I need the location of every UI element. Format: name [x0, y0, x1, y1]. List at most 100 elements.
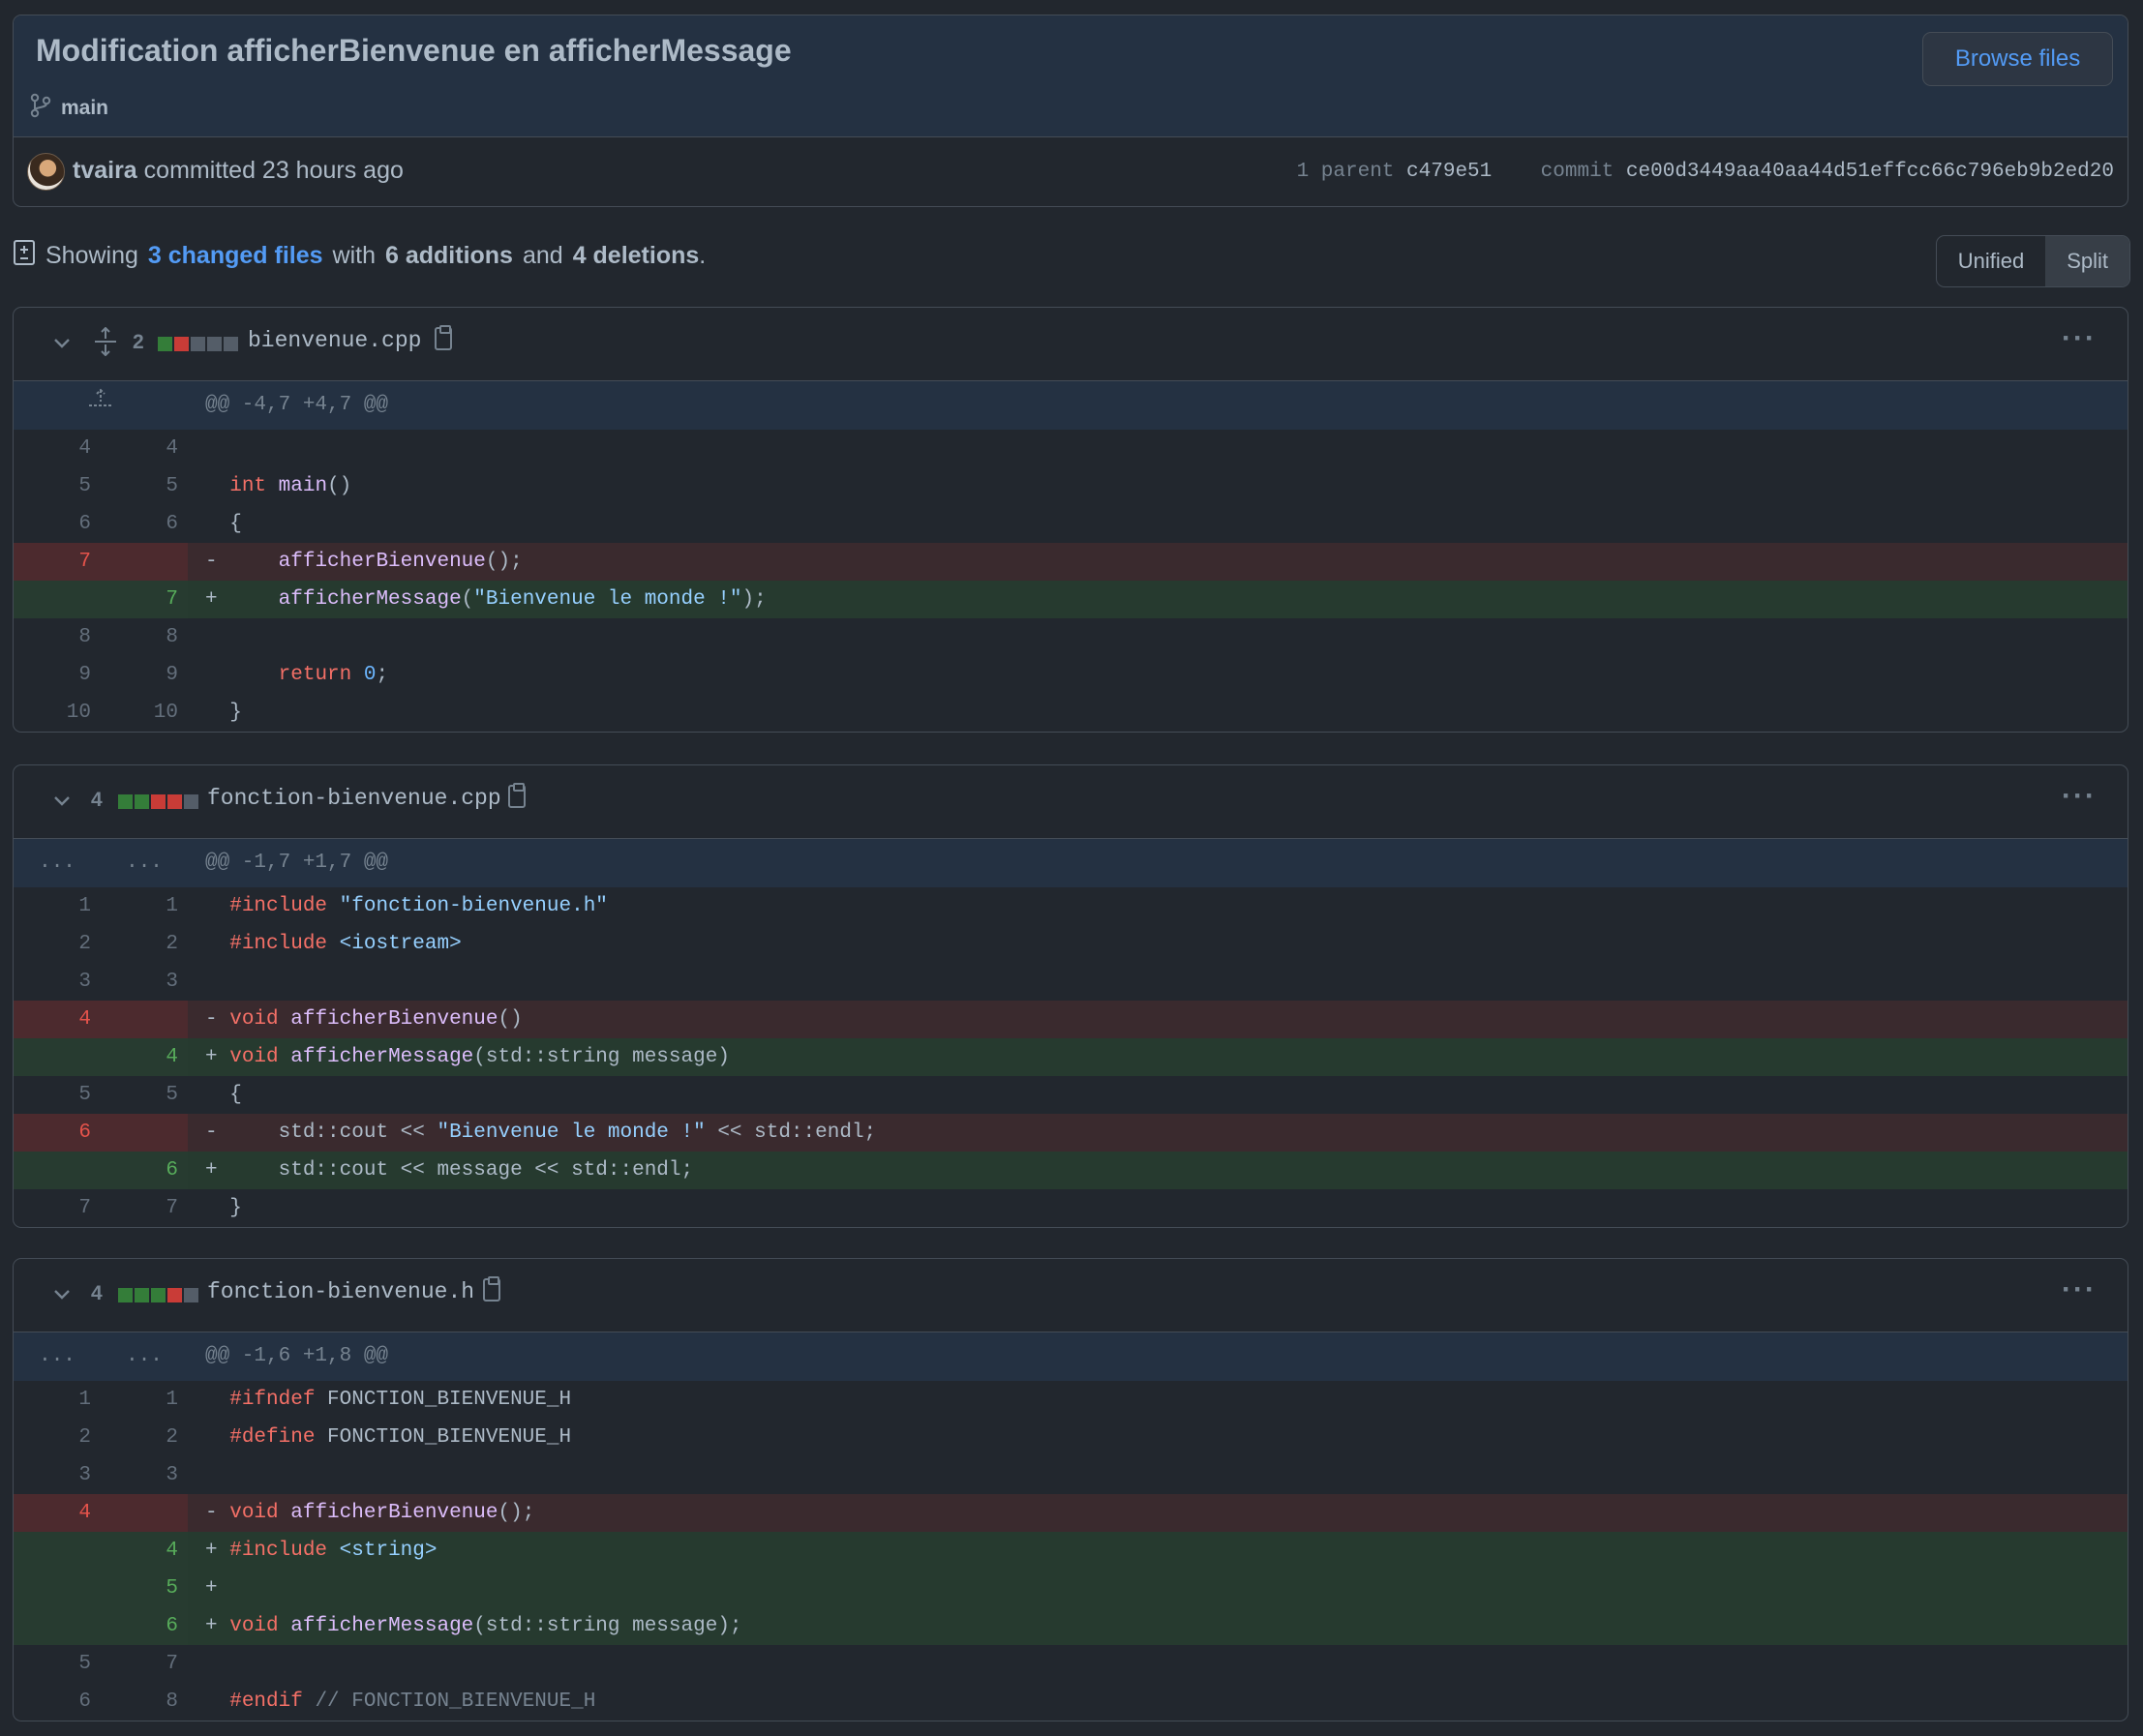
new-line-number[interactable]: [101, 1001, 188, 1038]
new-line-number[interactable]: 6: [101, 1607, 188, 1645]
chevron-down-icon[interactable]: [50, 1282, 74, 1305]
new-line-number[interactable]: 3: [101, 963, 188, 1001]
avatar[interactable]: [27, 153, 65, 191]
expand-dots[interactable]: ...: [39, 1332, 75, 1381]
expand-dots[interactable]: ...: [126, 839, 163, 887]
diff-sign: +: [205, 1046, 218, 1068]
context-line: 11 #include "fonction-bienvenue.h": [14, 887, 2128, 925]
old-line-number[interactable]: 5: [14, 1645, 101, 1683]
more-options-icon[interactable]: ···: [2062, 780, 2097, 813]
old-line-number[interactable]: [14, 1570, 101, 1607]
line-gutter: 4: [14, 1001, 188, 1038]
new-line-number[interactable]: 4: [101, 1532, 188, 1570]
code-line: + void afficherMessage(std::string messa…: [188, 1038, 2128, 1076]
old-line-number[interactable]: [14, 1607, 101, 1645]
deleted-line: 6 - std::cout << "Bienvenue le monde !" <…: [14, 1114, 2128, 1152]
new-line-number[interactable]: 6: [101, 505, 188, 543]
new-line-number[interactable]: 5: [101, 1076, 188, 1114]
line-gutter: 7: [14, 543, 188, 581]
hunk-expand[interactable]: ......: [14, 1332, 188, 1381]
expand-dots[interactable]: ...: [39, 839, 75, 887]
old-line-number[interactable]: 5: [14, 1076, 101, 1114]
old-line-number[interactable]: 9: [14, 656, 101, 694]
old-line-number[interactable]: 1: [14, 887, 101, 925]
new-line-number[interactable]: 3: [101, 1456, 188, 1494]
new-line-number[interactable]: [101, 1114, 188, 1152]
new-line-number[interactable]: 8: [101, 1683, 188, 1721]
unified-button[interactable]: Unified: [1937, 236, 2045, 286]
new-line-number[interactable]: 4: [101, 430, 188, 467]
expand-dots[interactable]: ...: [126, 1332, 163, 1381]
old-line-number[interactable]: 6: [14, 505, 101, 543]
new-line-number[interactable]: 5: [101, 1570, 188, 1607]
new-line-number[interactable]: 8: [101, 618, 188, 656]
file-name-link[interactable]: bienvenue.cpp: [248, 328, 421, 353]
code-line: - afficherBienvenue();: [188, 543, 2128, 581]
old-line-number[interactable]: 10: [14, 694, 101, 732]
old-line-number[interactable]: 2: [14, 925, 101, 963]
old-line-number[interactable]: 3: [14, 963, 101, 1001]
author-link[interactable]: tvaira: [73, 157, 137, 184]
copy-path-icon[interactable]: [483, 1276, 500, 1302]
old-line-number[interactable]: 8: [14, 618, 101, 656]
hunk-expand[interactable]: [14, 381, 188, 430]
changed-files-link[interactable]: 3 changed files: [148, 242, 323, 270]
new-line-number[interactable]: 9: [101, 656, 188, 694]
code-line: #ifndef FONCTION_BIENVENUE_H: [188, 1381, 2128, 1419]
old-line-number[interactable]: 6: [14, 1114, 101, 1152]
new-line-number[interactable]: [101, 1494, 188, 1532]
branch-label[interactable]: main: [30, 93, 108, 124]
more-options-icon[interactable]: ···: [2062, 322, 2097, 355]
file-name-link[interactable]: fonction-bienvenue.cpp: [207, 786, 501, 811]
old-line-number[interactable]: 7: [14, 1189, 101, 1227]
new-line-number[interactable]: 1: [101, 887, 188, 925]
old-line-number[interactable]: 7: [14, 543, 101, 581]
expand-up-icon[interactable]: [87, 381, 114, 430]
old-line-number[interactable]: 4: [14, 1494, 101, 1532]
new-line-number[interactable]: 2: [101, 925, 188, 963]
old-line-number[interactable]: 1: [14, 1381, 101, 1419]
chevron-down-icon[interactable]: [50, 789, 74, 812]
diff-sign: [205, 1464, 218, 1486]
split-button[interactable]: Split: [2045, 236, 2129, 286]
line-gutter: 5: [14, 1570, 188, 1607]
old-line-number[interactable]: [14, 581, 101, 618]
new-line-number[interactable]: 6: [101, 1152, 188, 1189]
new-line-number[interactable]: 7: [101, 581, 188, 618]
old-line-number[interactable]: 4: [14, 430, 101, 467]
parent-hash-link[interactable]: c479e51: [1406, 161, 1492, 183]
line-gutter: 6: [14, 1152, 188, 1189]
context-line: 68 #endif // FONCTION_BIENVENUE_H: [14, 1683, 2128, 1721]
browse-files-button[interactable]: Browse files: [1922, 32, 2113, 86]
copy-path-icon[interactable]: [508, 783, 526, 808]
old-line-number[interactable]: 6: [14, 1683, 101, 1721]
file-header: 4 fonction-bienvenue.cpp ···: [14, 765, 2128, 839]
new-line-number[interactable]: 10: [101, 694, 188, 732]
line-gutter: 6: [14, 1607, 188, 1645]
old-line-number[interactable]: 3: [14, 1456, 101, 1494]
old-line-number[interactable]: 4: [14, 1001, 101, 1038]
file-name-link[interactable]: fonction-bienvenue.h: [207, 1279, 474, 1304]
old-line-number[interactable]: [14, 1532, 101, 1570]
new-line-number[interactable]: 7: [101, 1189, 188, 1227]
hunk-expand[interactable]: ......: [14, 839, 188, 887]
new-line-number[interactable]: 4: [101, 1038, 188, 1076]
code-line: - void afficherBienvenue(): [188, 1001, 2128, 1038]
old-line-number[interactable]: 5: [14, 467, 101, 505]
old-line-number[interactable]: 2: [14, 1419, 101, 1456]
old-line-number[interactable]: [14, 1152, 101, 1189]
code-line: {: [188, 505, 2128, 543]
more-options-icon[interactable]: ···: [2062, 1273, 2097, 1306]
new-line-number[interactable]: 7: [101, 1645, 188, 1683]
diff-summary: Showing 3 changed files with 6 additions…: [13, 239, 706, 273]
copy-path-icon[interactable]: [435, 325, 452, 350]
new-line-number[interactable]: 2: [101, 1419, 188, 1456]
old-line-number[interactable]: [14, 1038, 101, 1076]
new-line-number[interactable]: 5: [101, 467, 188, 505]
expand-all-icon[interactable]: [93, 326, 118, 363]
added-line: 4 + void afficherMessage(std::string mess…: [14, 1038, 2128, 1076]
chevron-down-icon[interactable]: [50, 331, 74, 354]
context-line: 66 {: [14, 505, 2128, 543]
new-line-number[interactable]: [101, 543, 188, 581]
new-line-number[interactable]: 1: [101, 1381, 188, 1419]
